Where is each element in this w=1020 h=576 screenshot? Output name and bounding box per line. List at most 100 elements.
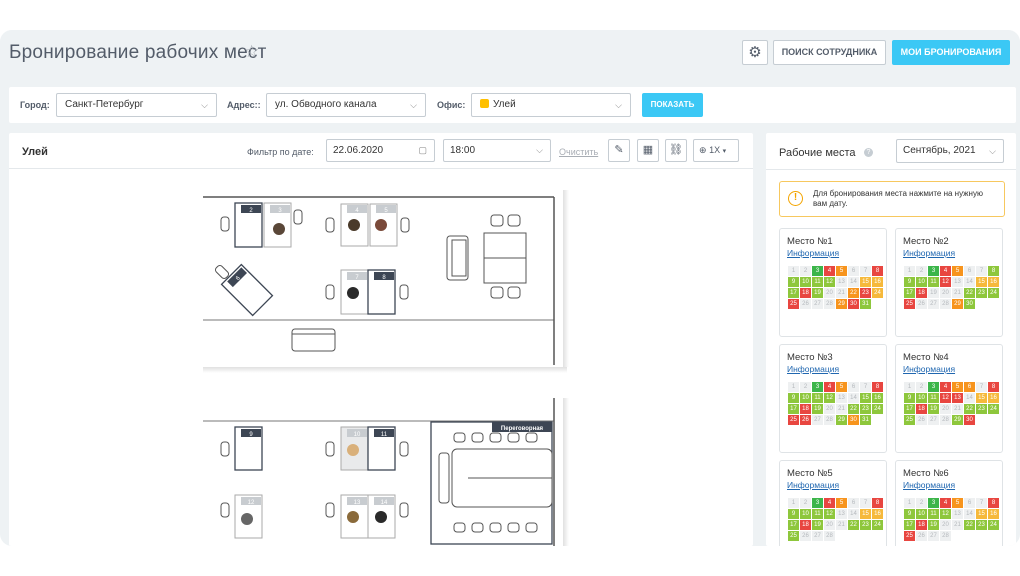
calendar-day[interactable]: 19 [812,520,823,530]
calendar-day[interactable]: 3 [928,266,939,276]
calendar-day[interactable]: 16 [988,509,999,519]
calendar-day[interactable]: 10 [800,277,811,287]
calendar-day[interactable]: 9 [904,509,915,519]
calendar-day[interactable]: 17 [788,404,799,414]
calendar-day[interactable]: 25 [788,531,799,541]
calendar-day[interactable]: 18 [800,404,811,414]
calendar-day[interactable]: 31 [860,299,871,309]
calendar-day[interactable]: 15 [860,277,871,287]
calendar-day[interactable]: 3 [928,498,939,508]
calendar-day[interactable]: 4 [940,382,951,392]
calendar-day[interactable]: 15 [976,509,987,519]
calendar-day[interactable]: 6 [964,382,975,392]
my-bookings-button[interactable]: МОИ БРОНИРОВАНИЯ [892,40,1010,65]
calendar-day[interactable]: 3 [812,498,823,508]
calendar-day[interactable]: 23 [976,288,987,298]
calendar-day[interactable]: 5 [952,266,963,276]
calendar-day[interactable]: 17 [904,520,915,530]
calendar-day[interactable]: 4 [940,498,951,508]
calendar-day[interactable]: 22 [848,288,859,298]
calendar-day[interactable]: 9 [788,393,799,403]
calendar-day[interactable]: 11 [928,393,939,403]
calendar-day[interactable]: 24 [988,404,999,414]
calendar-day[interactable]: 16 [872,509,883,519]
calendar-day[interactable]: 19 [928,404,939,414]
calendar-day[interactable]: 24 [872,520,883,530]
calendar-day[interactable]: 12 [940,393,951,403]
workplace-info-link[interactable]: Информация [903,480,955,490]
calendar-day[interactable]: 23 [860,404,871,414]
calendar-day[interactable]: 22 [964,404,975,414]
zoom-select[interactable]: ⊕ 1X ▾ [693,139,739,162]
calendar-day[interactable]: 15 [860,509,871,519]
calendar-day[interactable]: 25 [904,415,915,425]
calendar-day[interactable]: 11 [812,509,823,519]
calendar-day[interactable]: 17 [788,520,799,530]
calendar-day[interactable]: 15 [976,393,987,403]
calendar-day[interactable]: 5 [952,498,963,508]
workplace-info-link[interactable]: Информация [903,248,955,258]
calendar-day[interactable]: 15 [860,393,871,403]
map-button[interactable]: ▦ [637,139,659,162]
calendar-day[interactable]: 29 [836,415,847,425]
office-select[interactable]: Улей ⌵ [471,93,631,117]
workplace-info-link[interactable]: Информация [903,364,955,374]
calendar-day[interactable]: 5 [836,266,847,276]
calendar-day[interactable]: 16 [988,393,999,403]
show-button[interactable]: ПОКАЗАТЬ [642,93,703,117]
calendar-day[interactable]: 22 [964,288,975,298]
calendar-day[interactable]: 25 [788,299,799,309]
calendar-day[interactable]: 23 [860,288,871,298]
calendar-day[interactable]: 12 [824,393,835,403]
calendar-day[interactable]: 4 [824,266,835,276]
calendar-day[interactable]: 10 [916,277,927,287]
time-select[interactable]: 18:00 ⌵ [443,139,551,162]
calendar-day[interactable]: 10 [800,509,811,519]
calendar-day[interactable]: 5 [836,498,847,508]
calendar-day[interactable]: 9 [788,509,799,519]
calendar-day[interactable]: 30 [848,299,859,309]
calendar-day[interactable]: 22 [964,520,975,530]
calendar-day[interactable]: 9 [904,393,915,403]
calendar-day[interactable]: 12 [824,277,835,287]
calendar-day[interactable]: 11 [928,509,939,519]
calendar-day[interactable]: 10 [916,509,927,519]
calendar-day[interactable]: 18 [916,288,927,298]
search-employee-button[interactable]: ПОИСК СОТРУДНИКА [773,40,886,65]
calendar-day[interactable]: 4 [824,498,835,508]
calendar-day[interactable]: 9 [904,277,915,287]
calendar-day[interactable]: 8 [872,382,883,392]
address-select[interactable]: ул. Обводного канала ⌵ [266,93,426,117]
calendar-day[interactable]: 24 [988,520,999,530]
calendar-day[interactable]: 8 [872,498,883,508]
calendar-day[interactable]: 25 [788,415,799,425]
calendar-day[interactable]: 22 [848,520,859,530]
month-select[interactable]: Сентябрь, 2021 ⌵ [896,139,1004,163]
calendar-day[interactable]: 11 [812,393,823,403]
calendar-day[interactable]: 3 [812,382,823,392]
calendar-day[interactable]: 30 [964,299,975,309]
calendar-day[interactable]: 18 [916,520,927,530]
workplace-info-link[interactable]: Информация [787,248,839,258]
calendar-day[interactable]: 17 [788,288,799,298]
calendar-day[interactable]: 25 [904,531,915,541]
calendar-day[interactable]: 13 [952,393,963,403]
clear-link[interactable]: Очистить [559,147,598,157]
calendar-day[interactable]: 24 [988,288,999,298]
calendar-day[interactable]: 3 [812,266,823,276]
calendar-day[interactable]: 29 [952,299,963,309]
link-button[interactable]: ⛓ [665,139,687,162]
calendar-day[interactable]: 8 [988,266,999,276]
calendar-day[interactable]: 17 [904,404,915,414]
workplace-info-link[interactable]: Информация [787,364,839,374]
calendar-day[interactable]: 8 [988,498,999,508]
calendar-day[interactable]: 5 [836,382,847,392]
calendar-day[interactable]: 18 [916,404,927,414]
calendar-day[interactable]: 12 [940,277,951,287]
help-icon[interactable]: ? [864,148,873,157]
calendar-day[interactable]: 24 [872,404,883,414]
calendar-day[interactable]: 10 [916,393,927,403]
favorite-star-icon[interactable]: ☆ [244,42,259,62]
calendar-day[interactable]: 5 [952,382,963,392]
calendar-day[interactable]: 19 [928,520,939,530]
